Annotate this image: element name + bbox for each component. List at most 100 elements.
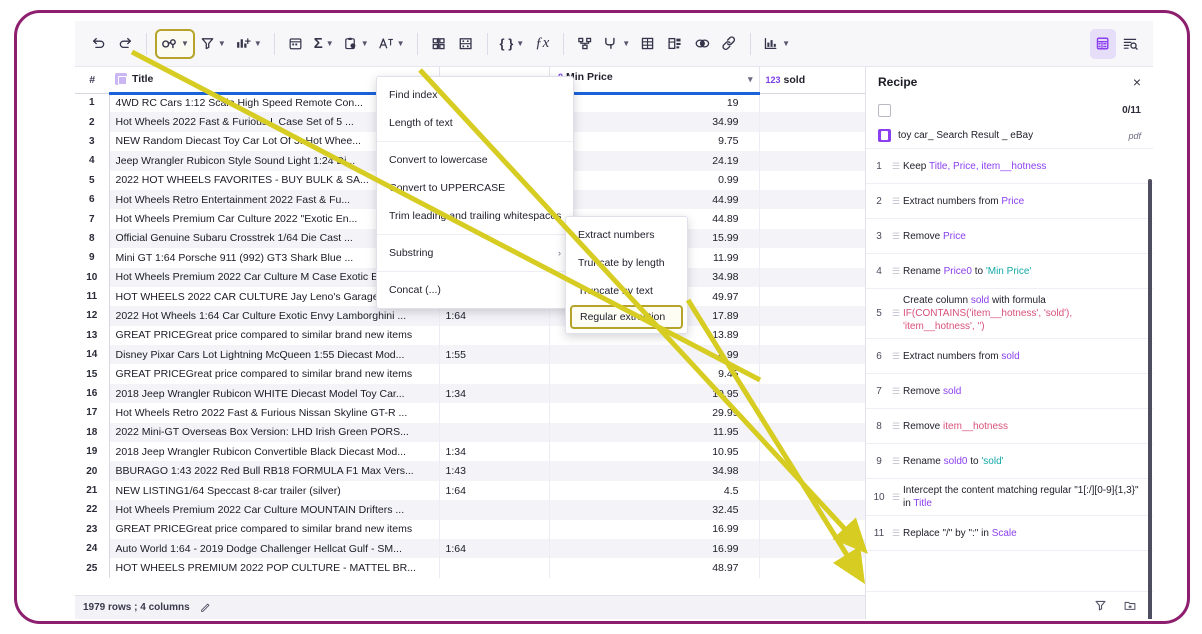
cell-sold[interactable] — [759, 267, 865, 287]
submenu-item-truncate-by-length[interactable]: Truncate by length — [566, 249, 687, 277]
text-tools-menu[interactable]: Find index Length of text Convert to lower… — [376, 76, 574, 309]
columns-button[interactable] — [426, 29, 452, 59]
cell-scale[interactable]: 1:64 — [439, 538, 550, 559]
table-row[interactable]: 16 2018 Jeep Wrangler Rubicon WHITE Dieca… — [75, 383, 865, 404]
cell-sold[interactable] — [759, 364, 865, 384]
cell-index[interactable]: 21 — [75, 480, 110, 501]
table-row[interactable]: 15 GREAT PRICEGreat price compared to sim… — [75, 364, 865, 384]
chart-button[interactable]: ▼ — [231, 29, 266, 59]
formula-button[interactable]: ƒx — [529, 29, 555, 59]
cell-title[interactable]: Hot Wheels Retro 2022 Fast & Furious Nis… — [109, 403, 440, 423]
cell-min-price[interactable]: 29.99 — [549, 403, 760, 423]
cell-index[interactable]: 5 — [75, 170, 110, 190]
cell-scale[interactable]: 1:34 — [439, 442, 550, 462]
cell-min-price[interactable]: 44.99 — [549, 189, 760, 210]
table-row[interactable]: 20 BBURAGO 1:43 2022 Red Bull RB18 FORMUL… — [75, 461, 865, 481]
close-icon[interactable]: × — [1133, 75, 1141, 89]
cell-sold[interactable] — [759, 403, 865, 423]
cell-min-price[interactable]: 4.99 — [549, 345, 760, 365]
cell-index[interactable]: 1 — [75, 93, 110, 113]
cell-scale[interactable]: 1:55 — [439, 345, 550, 365]
table-ops-button[interactable] — [635, 29, 661, 59]
cell-min-price[interactable]: 34.99 — [549, 112, 760, 132]
cell-sold[interactable] — [759, 209, 865, 229]
transform-button[interactable]: ▼ — [155, 28, 195, 59]
cell-min-price[interactable]: 4.5 — [549, 480, 760, 501]
cell-sold[interactable] — [759, 286, 865, 307]
table-row[interactable]: 19 2018 Jeep Wrangler Rubicon Convertible… — [75, 442, 865, 462]
recipe-step[interactable]: 9 ☰ Rename sold0 to 'sold' — [866, 444, 1153, 479]
column-header-sold[interactable]: 123 sold — [759, 67, 865, 94]
recipe-source-row[interactable]: toy car_ Search Result _ eBay pdf — [866, 123, 1153, 149]
cell-min-price[interactable]: 10.95 — [549, 442, 760, 462]
recipe-step[interactable]: 3 ☰ Remove Price — [866, 219, 1153, 254]
drag-handle-icon[interactable]: ☰ — [892, 309, 903, 318]
grid-view-button[interactable] — [1090, 28, 1116, 59]
menu-item-concat[interactable]: Concat (...) — [377, 276, 573, 304]
menu-item-find-index[interactable]: Find index — [377, 81, 573, 109]
recipe-step[interactable]: 6 ☰ Extract numbers from sold — [866, 339, 1153, 374]
column-header-min-price[interactable]: .0Min Price ▾ — [549, 67, 760, 95]
cell-title[interactable]: 2022 Mini-GT Overseas Box Version: LHD I… — [109, 422, 440, 443]
text-tools-button[interactable]: ▼ — [374, 29, 409, 59]
rows-button[interactable] — [453, 29, 479, 59]
split-button[interactable]: ▼ — [599, 29, 634, 59]
cell-index[interactable]: 16 — [75, 383, 110, 404]
cell-index[interactable]: 12 — [75, 306, 110, 326]
cell-min-price[interactable]: 34.98 — [549, 461, 760, 481]
cell-scale[interactable] — [439, 325, 550, 346]
cell-sold[interactable] — [759, 383, 865, 404]
select-all-checkbox[interactable] — [878, 103, 891, 117]
recipe-step[interactable]: 10 ☰ Intercept the content matching regula… — [866, 479, 1153, 516]
cell-sold[interactable] — [759, 461, 865, 481]
menu-item-convert-to-uppercase[interactable]: Convert to UPPERCASE — [377, 174, 573, 202]
recipe-step[interactable]: 4 ☰ Rename Price0 to 'Min Price' — [866, 254, 1153, 289]
cell-index[interactable]: 3 — [75, 131, 110, 152]
cell-min-price[interactable]: 0.99 — [549, 170, 760, 190]
cell-title[interactable]: 2022 Hot Wheels 1:64 Car Culture Exotic … — [109, 306, 440, 326]
cell-title[interactable]: NEW LISTING1/64 Speccast 8-car trailer (… — [109, 480, 440, 501]
cell-sold[interactable] — [759, 345, 865, 365]
cell-index[interactable]: 20 — [75, 461, 110, 481]
cell-index[interactable]: 4 — [75, 151, 110, 171]
cell-scale[interactable]: 1:64 — [439, 306, 550, 326]
cell-scale[interactable]: 1:34 — [439, 383, 550, 404]
cell-scale[interactable] — [439, 500, 550, 520]
cell-index[interactable]: 24 — [75, 538, 110, 559]
cell-title[interactable]: 2018 Jeep Wrangler Rubicon Convertible B… — [109, 442, 440, 462]
cell-title[interactable]: Hot Wheels Premium 2022 Car Culture MOUN… — [109, 500, 440, 520]
cell-index[interactable]: 10 — [75, 267, 110, 287]
cell-index[interactable]: 2 — [75, 112, 110, 132]
cell-index[interactable]: 18 — [75, 422, 110, 443]
submenu-item-truncate-by-text[interactable]: Truncate by text — [566, 277, 687, 305]
drag-handle-icon[interactable]: ☰ — [892, 351, 903, 361]
table-row[interactable]: 25 HOT WHEELS PREMIUM 2022 POP CULTURE - … — [75, 558, 865, 578]
cell-sold[interactable] — [759, 500, 865, 520]
cell-sold[interactable] — [759, 422, 865, 443]
cell-sold[interactable] — [759, 306, 865, 326]
cell-min-price[interactable]: 16.99 — [549, 538, 760, 559]
table-row[interactable]: 13 GREAT PRICEGreat price compared to sim… — [75, 325, 865, 346]
menu-item-convert-to-lowercase[interactable]: Convert to lowercase — [377, 146, 573, 174]
cell-scale[interactable] — [439, 519, 550, 539]
cell-title[interactable]: GREAT PRICEGreat price compared to simil… — [109, 519, 440, 539]
list-view-button[interactable] — [1117, 29, 1143, 59]
submenu-item-regular-extraction[interactable]: Regular extraction — [570, 305, 683, 329]
cell-sold[interactable] — [759, 170, 865, 190]
cell-min-price[interactable]: 24.19 — [549, 151, 760, 171]
drag-handle-icon[interactable]: ☰ — [892, 528, 903, 538]
cell-scale[interactable] — [439, 558, 550, 578]
cell-title[interactable]: HOT WHEELS PREMIUM 2022 POP CULTURE - MA… — [109, 558, 440, 578]
cell-title[interactable]: Auto World 1:64 - 2019 Dodge Challenger … — [109, 538, 440, 559]
cell-index[interactable]: 15 — [75, 364, 110, 384]
cell-min-price[interactable]: 19 — [549, 93, 760, 113]
chevron-down-icon[interactable]: ▾ — [748, 71, 753, 87]
cell-sold[interactable] — [759, 189, 865, 210]
json-button[interactable]: { } ▼ — [496, 29, 529, 59]
cell-index[interactable]: 9 — [75, 248, 110, 268]
menu-item-substring[interactable]: Substring › — [377, 239, 573, 267]
cell-title[interactable]: 2018 Jeep Wrangler Rubicon WHITE Diecast… — [109, 383, 440, 404]
edit-pencil-icon[interactable] — [200, 602, 211, 613]
date-button[interactable] — [283, 29, 309, 59]
merge-button[interactable] — [689, 29, 715, 59]
